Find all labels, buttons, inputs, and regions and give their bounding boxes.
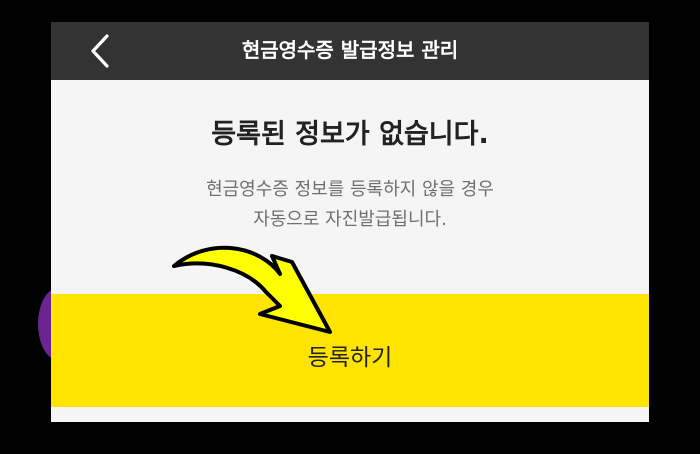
app-screen: 현금영수증 발급정보 관리 등록된 정보가 없습니다. 현금영수증 정보를 등록… [51,22,649,422]
empty-state-title: 등록된 정보가 없습니다. [211,119,489,150]
page-title: 현금영수증 발급정보 관리 [241,38,459,62]
empty-state-description: 현금영수증 정보를 등록하지 않을 경우 자동으로 자진발급됩니다. [51,175,649,235]
description-line-2: 자동으로 자진발급됩니다. [253,209,447,230]
top-app-bar: 현금영수증 발급정보 관리 [51,22,649,80]
description-line-1: 현금영수증 정보를 등록하지 않을 경우 [206,179,494,200]
bottom-strip [51,407,649,422]
curved-arrow-icon [172,245,332,334]
